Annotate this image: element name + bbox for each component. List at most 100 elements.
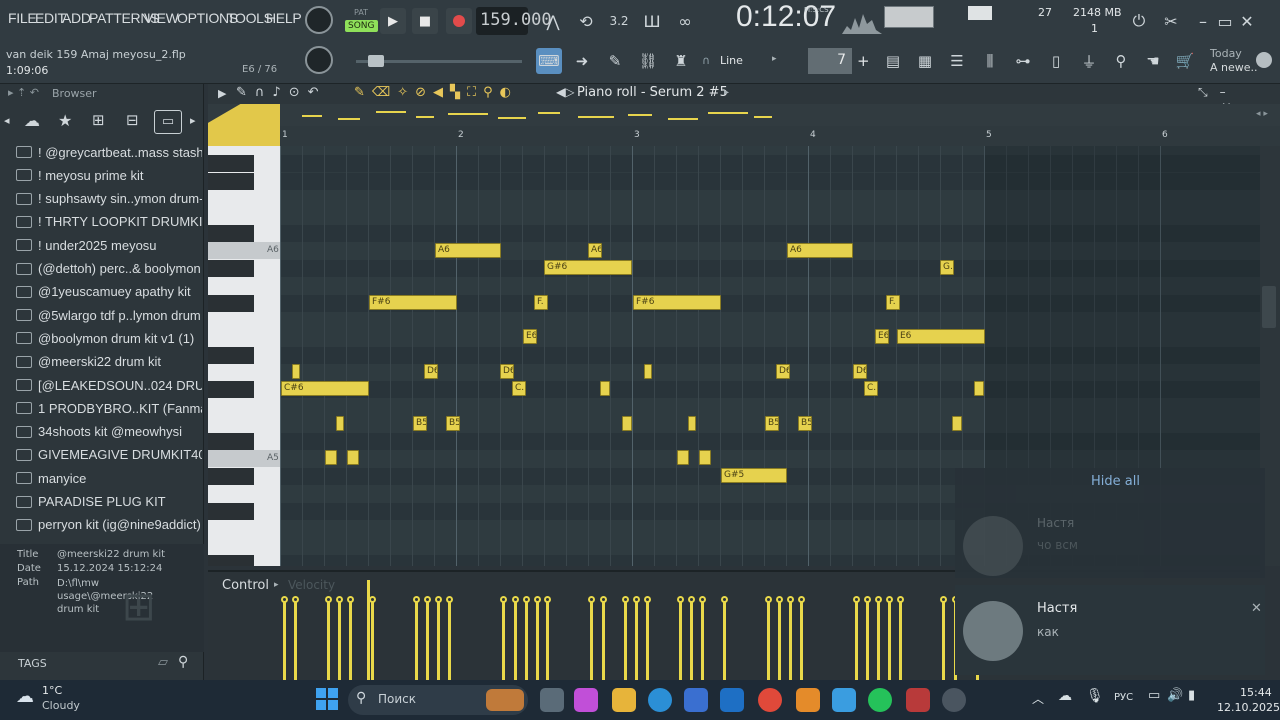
- menu-add[interactable]: ADD: [62, 10, 91, 26]
- notification-toast[interactable]: Настя как ✕: [955, 585, 1265, 675]
- maximize-window-button[interactable]: ▭: [1214, 8, 1236, 34]
- velocity-bar[interactable]: [590, 600, 593, 680]
- black-key[interactable]: [208, 173, 254, 190]
- note[interactable]: F#6: [633, 295, 721, 310]
- note[interactable]: B5: [413, 416, 427, 431]
- stop-button[interactable]: ■: [412, 8, 438, 34]
- velocity-bar[interactable]: [855, 600, 858, 680]
- black-key[interactable]: [208, 260, 254, 277]
- hide-all-button[interactable]: Hide all: [1091, 474, 1140, 489]
- browser-item[interactable]: manyice: [16, 467, 202, 489]
- playlist-button[interactable]: ▤: [880, 48, 906, 74]
- black-key[interactable]: [208, 295, 254, 312]
- velocity-handle[interactable]: [413, 596, 420, 603]
- menu-help[interactable]: HELP: [266, 10, 302, 26]
- note[interactable]: [699, 450, 711, 465]
- velocity-bar[interactable]: [546, 600, 549, 680]
- velocity-bar[interactable]: [942, 600, 945, 680]
- velocity-bar[interactable]: [723, 600, 726, 680]
- record-button[interactable]: [446, 8, 472, 34]
- cloud-icon[interactable]: ☁: [24, 111, 40, 130]
- velocity-handle[interactable]: [512, 596, 519, 603]
- search-icon[interactable]: ⚲: [178, 654, 188, 670]
- piano-keyboard[interactable]: A6 A5: [208, 146, 280, 566]
- snap-forward-button[interactable]: ➜: [569, 48, 595, 74]
- browser-item[interactable]: (@dettoh) perc..& boolymon kit: [16, 258, 202, 280]
- browser-item[interactable]: ! @greycartbeat..mass stash kit: [16, 141, 202, 163]
- news-text[interactable]: A newe..: [1210, 61, 1258, 74]
- velocity-handle[interactable]: [588, 596, 595, 603]
- folder-add-icon[interactable]: ⊞: [92, 111, 105, 129]
- velocity-bar[interactable]: [371, 600, 374, 680]
- obs-icon[interactable]: [942, 688, 966, 712]
- velocity-handle[interactable]: [336, 596, 343, 603]
- velocity-handle[interactable]: [853, 596, 860, 603]
- scrollbar-thumb[interactable]: [1262, 286, 1276, 328]
- note[interactable]: B5: [798, 416, 812, 431]
- velocity-bar[interactable]: [767, 600, 770, 680]
- velocity-handle[interactable]: [875, 596, 882, 603]
- menu-view[interactable]: VIEW: [144, 10, 179, 26]
- control-label[interactable]: Control: [222, 578, 269, 593]
- scroll-corner[interactable]: [208, 104, 280, 146]
- task-view-icon[interactable]: [540, 688, 564, 712]
- countdown-button[interactable]: 3.2: [606, 8, 632, 34]
- note[interactable]: [952, 416, 962, 431]
- velocity-bar[interactable]: [514, 600, 517, 680]
- velocity-handle[interactable]: [347, 596, 354, 603]
- note[interactable]: [292, 364, 300, 379]
- note[interactable]: G#5: [721, 468, 787, 483]
- velocity-handle[interactable]: [644, 596, 651, 603]
- scroll-arrows-icon[interactable]: ◂ ▸: [1256, 109, 1268, 119]
- note[interactable]: E6: [523, 329, 537, 344]
- black-key[interactable]: [208, 225, 254, 242]
- black-key[interactable]: [208, 555, 254, 566]
- typing-keyboard-button[interactable]: ⌨: [536, 48, 562, 74]
- file-explorer-icon[interactable]: [612, 688, 636, 712]
- velocity-handle[interactable]: [424, 596, 431, 603]
- note[interactable]: [688, 416, 696, 431]
- velocity-bar[interactable]: [415, 600, 418, 680]
- close-window-button[interactable]: ✕: [1236, 8, 1258, 34]
- browser-item[interactable]: PARADISE PLUG KIT: [16, 491, 202, 513]
- browser-item[interactable]: ! under2025 meyosu: [16, 234, 202, 256]
- plugin-button[interactable]: ⏚: [1076, 48, 1102, 74]
- velocity-bar[interactable]: [679, 600, 682, 680]
- velocity-handle[interactable]: [940, 596, 947, 603]
- battery-icon[interactable]: ▮: [1188, 688, 1195, 703]
- velocity-bar[interactable]: [701, 600, 704, 680]
- note[interactable]: B5: [446, 416, 460, 431]
- song-mode-button[interactable]: SONG: [345, 20, 378, 32]
- weather-temp[interactable]: 1°C: [42, 684, 62, 697]
- velocity-bar[interactable]: [690, 600, 693, 680]
- clock-time[interactable]: 15:44: [1240, 686, 1272, 699]
- velocity-bar[interactable]: [294, 600, 297, 680]
- outlook-icon[interactable]: [720, 688, 744, 712]
- velocity-handle[interactable]: [886, 596, 893, 603]
- chrome-icon[interactable]: [758, 688, 782, 712]
- browser-nav-icons[interactable]: ▸ ⇡ ↶: [8, 86, 39, 99]
- menu-file[interactable]: FILE: [8, 10, 37, 26]
- note[interactable]: C#6: [281, 381, 369, 396]
- velocity-handle[interactable]: [776, 596, 783, 603]
- velocity-bar[interactable]: [888, 600, 891, 680]
- language-indicator[interactable]: РУС: [1114, 692, 1133, 703]
- browser-button[interactable]: ☚: [1140, 48, 1166, 74]
- velocity-handle[interactable]: [435, 596, 442, 603]
- velocity-handle[interactable]: [281, 596, 288, 603]
- snap-selector[interactable]: Line: [720, 54, 743, 67]
- master-pitch-knob[interactable]: [305, 46, 333, 74]
- folder-link-icon[interactable]: ⊟: [126, 111, 139, 129]
- note[interactable]: A6: [787, 243, 853, 258]
- browser-item[interactable]: @meerski22 drum kit: [16, 351, 202, 373]
- note[interactable]: A6: [435, 243, 501, 258]
- onedrive-icon[interactable]: ☁: [1058, 688, 1072, 704]
- metronome-button[interactable]: ⋀: [540, 8, 566, 34]
- whatsapp-icon[interactable]: [868, 688, 892, 712]
- wait-button[interactable]: ⟲: [573, 8, 599, 34]
- velocity-handle[interactable]: [633, 596, 640, 603]
- browser-item[interactable]: 1 PRODBYBRO..KIT (Fanmade): [16, 397, 202, 419]
- browser-item[interactable]: @5wlargo tdf p..lymon drum kit: [16, 304, 202, 326]
- browser-item[interactable]: perryon kit (ig@nine9addict): [16, 514, 202, 536]
- piano-roll-button[interactable]: ☰: [944, 48, 970, 74]
